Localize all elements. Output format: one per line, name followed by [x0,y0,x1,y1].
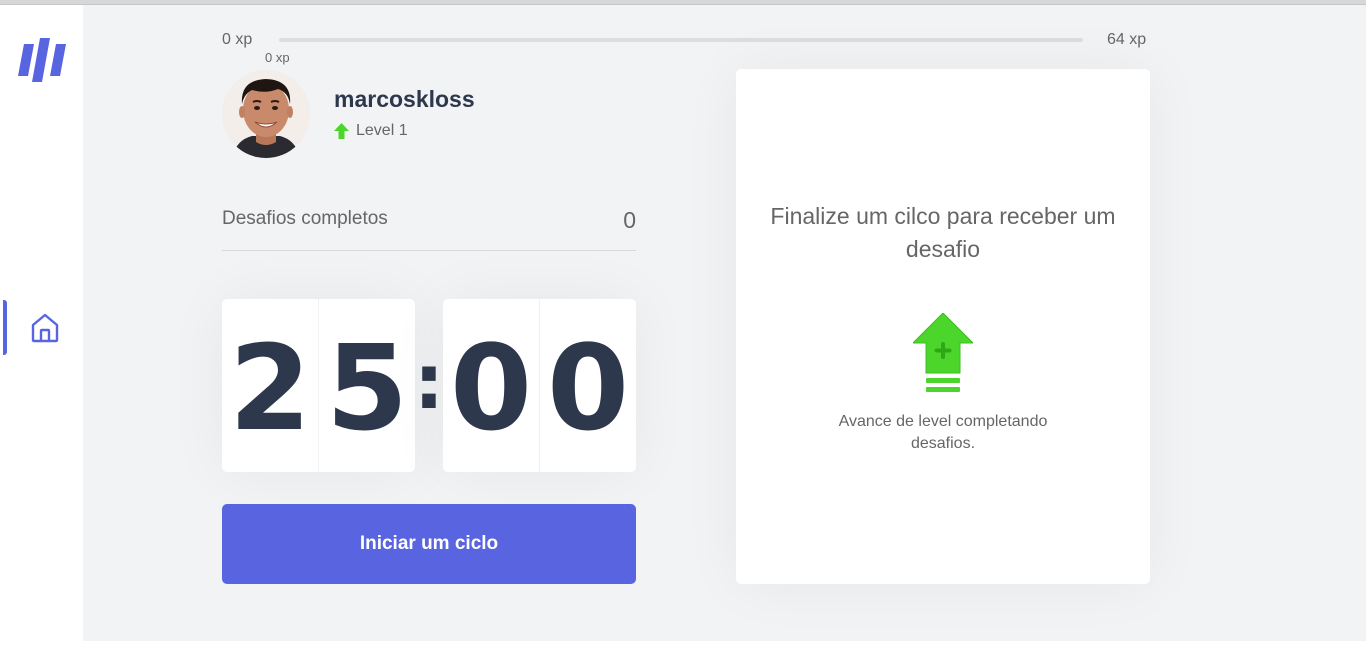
start-cycle-button[interactable]: Iniciar um ciclo [222,504,636,584]
challenge-box-hint: Avance de level completando desafios. [838,413,1048,452]
username: marcoskloss [334,86,475,112]
sidebar [0,5,83,648]
completed-challenges-label: Desafios completos [222,208,388,229]
level-up-icon [911,312,975,394]
challenge-box-title: Finalize um cilco para receber um desafi… [770,203,1116,262]
minute-digit-left: 2 [228,318,312,457]
challenge-box: Finalize um cilco para receber um desafi… [736,69,1150,584]
bottom-strip [83,641,1366,648]
countdown-seconds: 0 0 [443,299,636,472]
avatar [222,70,310,158]
home-icon [31,313,59,343]
moveit-logo-icon [18,36,68,84]
xp-max-label: 64 xp [1107,31,1147,48]
level-label: Level 1 [356,122,408,139]
active-indicator [3,300,7,355]
xp-progress-bar [279,38,1083,42]
sidebar-item-home[interactable] [0,299,83,356]
minute-digit-right: 5 [318,299,415,472]
second-digit-left: 0 [449,318,533,457]
completed-challenges-count: 0 [623,207,636,233]
xp-current-label: 0 xp [265,50,290,65]
countdown-minutes: 2 5 [222,299,415,472]
level-up-arrow-icon [334,123,349,139]
level-indicator: Level 1 [334,121,408,141]
xp-min-label: 0 xp [222,31,253,48]
completed-challenges: Desafios completos 0 [222,205,636,251]
second-digit-right: 0 [539,299,636,472]
countdown-separator: : [413,337,445,426]
